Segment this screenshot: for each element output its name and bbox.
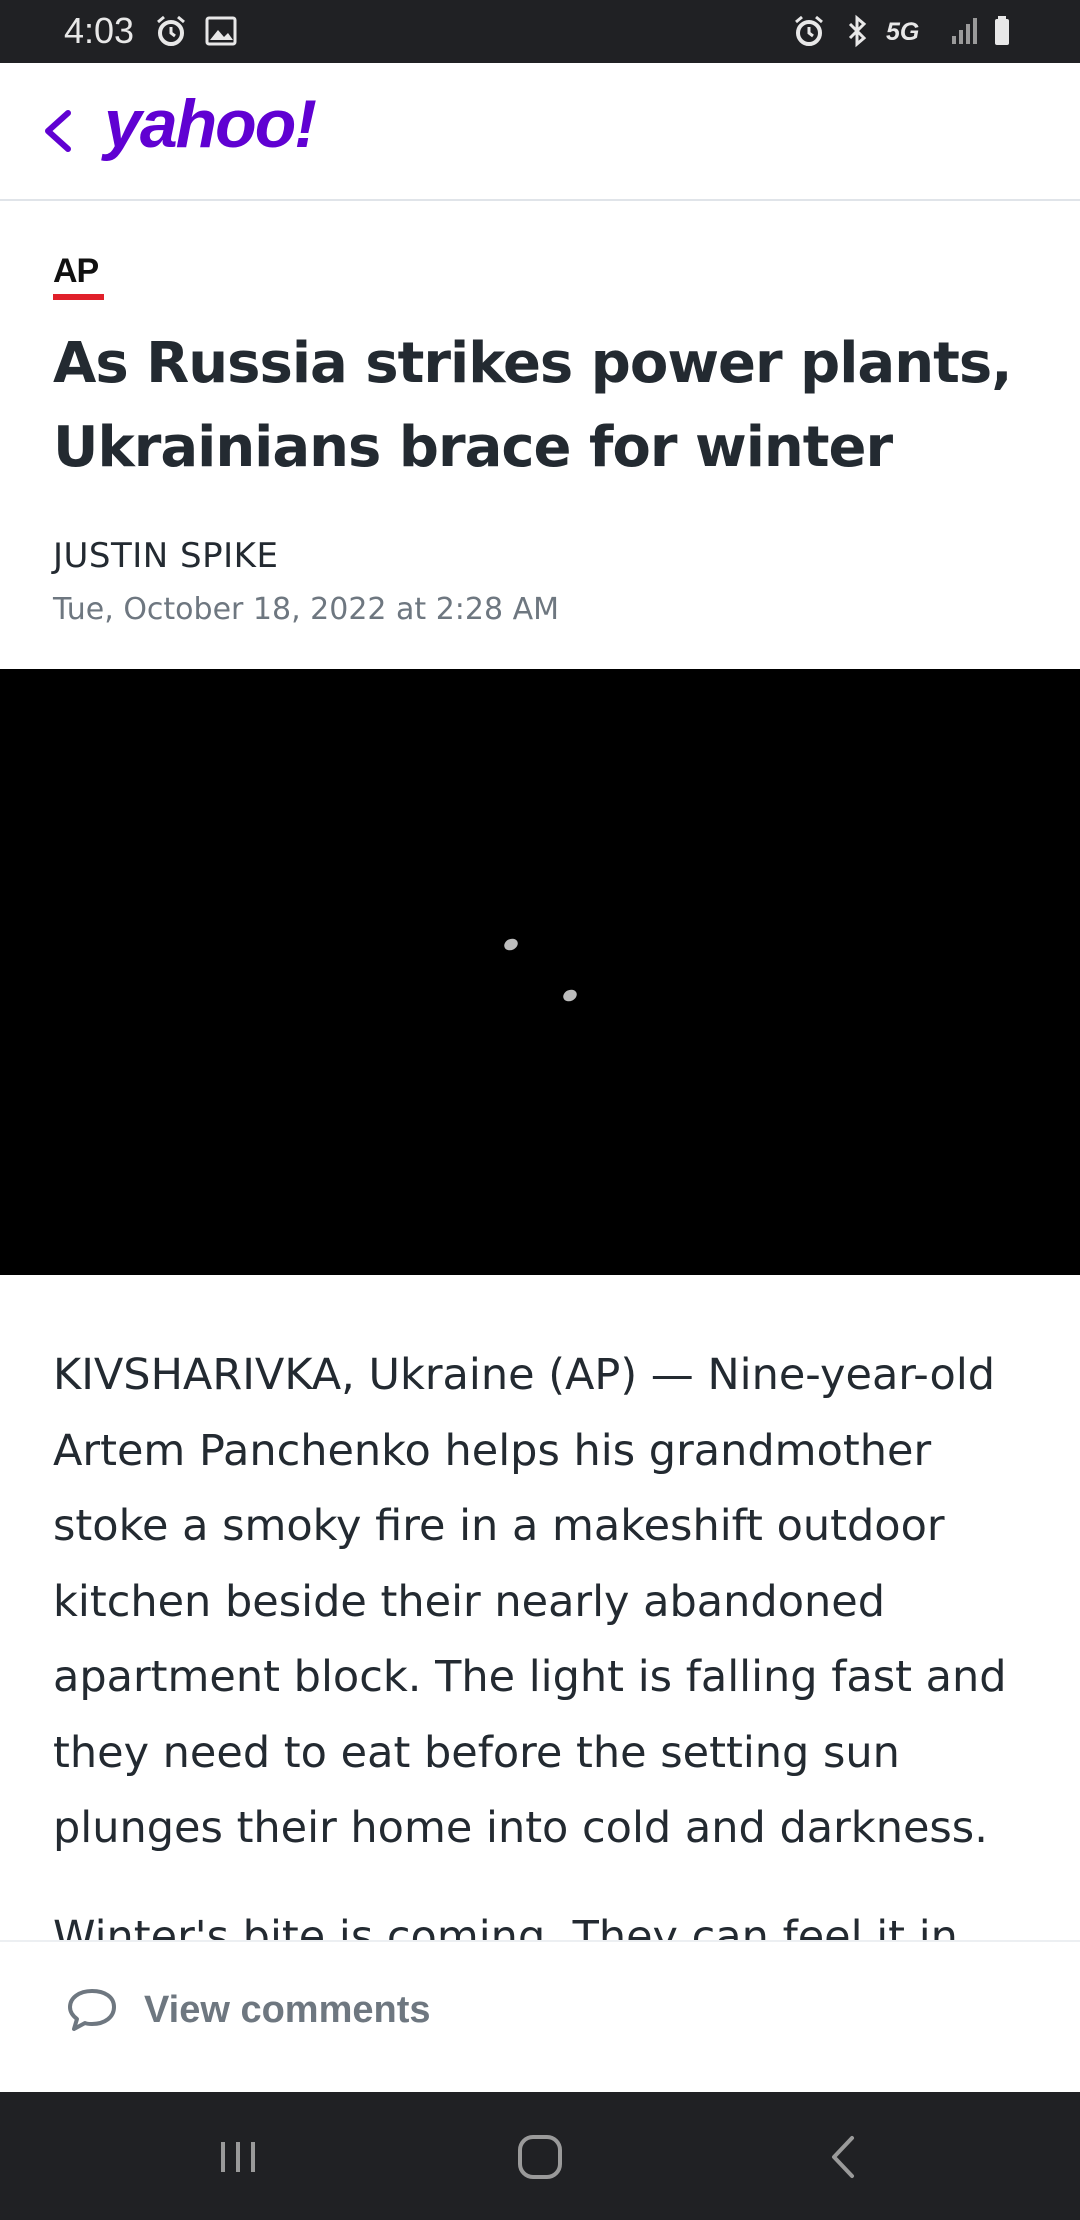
source-underline: [53, 294, 104, 300]
status-time: 4:03: [64, 10, 135, 51]
5g-icon: 5G: [886, 18, 920, 46]
chevron-left-icon[interactable]: [34, 99, 84, 163]
loading-spinner-dot: [502, 936, 520, 953]
source-name: AP: [53, 252, 99, 290]
source-logo: AP: [53, 252, 105, 302]
loading-spinner-dot: [561, 987, 579, 1004]
system-nav-bar: [0, 2092, 1080, 2220]
app-header: yahoo!: [0, 63, 1080, 201]
article-author[interactable]: JUSTIN SPIKE: [53, 536, 278, 576]
image-icon: [205, 16, 237, 46]
comment-icon: [68, 1989, 116, 2031]
recent-apps-icon[interactable]: [203, 2122, 273, 2192]
view-comments-label: View comments: [144, 1988, 431, 2031]
article-date: Tue, October 18, 2022 at 2:28 AM: [53, 592, 560, 627]
yahoo-logo[interactable]: yahoo!: [104, 85, 317, 163]
bluetooth-icon: [848, 14, 867, 48]
view-comments-button[interactable]: View comments: [66, 1980, 431, 2040]
home-icon[interactable]: [505, 2122, 575, 2192]
back-icon[interactable]: [808, 2122, 878, 2192]
article-headline: As Russia strikes power plants, Ukrainia…: [53, 331, 1012, 480]
signal-icon: [952, 18, 977, 44]
alarm-icon: [157, 15, 185, 46]
battery-icon: [995, 16, 1009, 45]
status-bar: 4:03 5G: [0, 0, 1080, 63]
alarm-icon: [795, 15, 823, 46]
article-paragraph: KIVSHARIVKA, Ukraine (AP) — Nine-year-ol…: [53, 1350, 1007, 1853]
comments-bar: View comments: [0, 1940, 1080, 2092]
video-player[interactable]: [0, 669, 1080, 1275]
